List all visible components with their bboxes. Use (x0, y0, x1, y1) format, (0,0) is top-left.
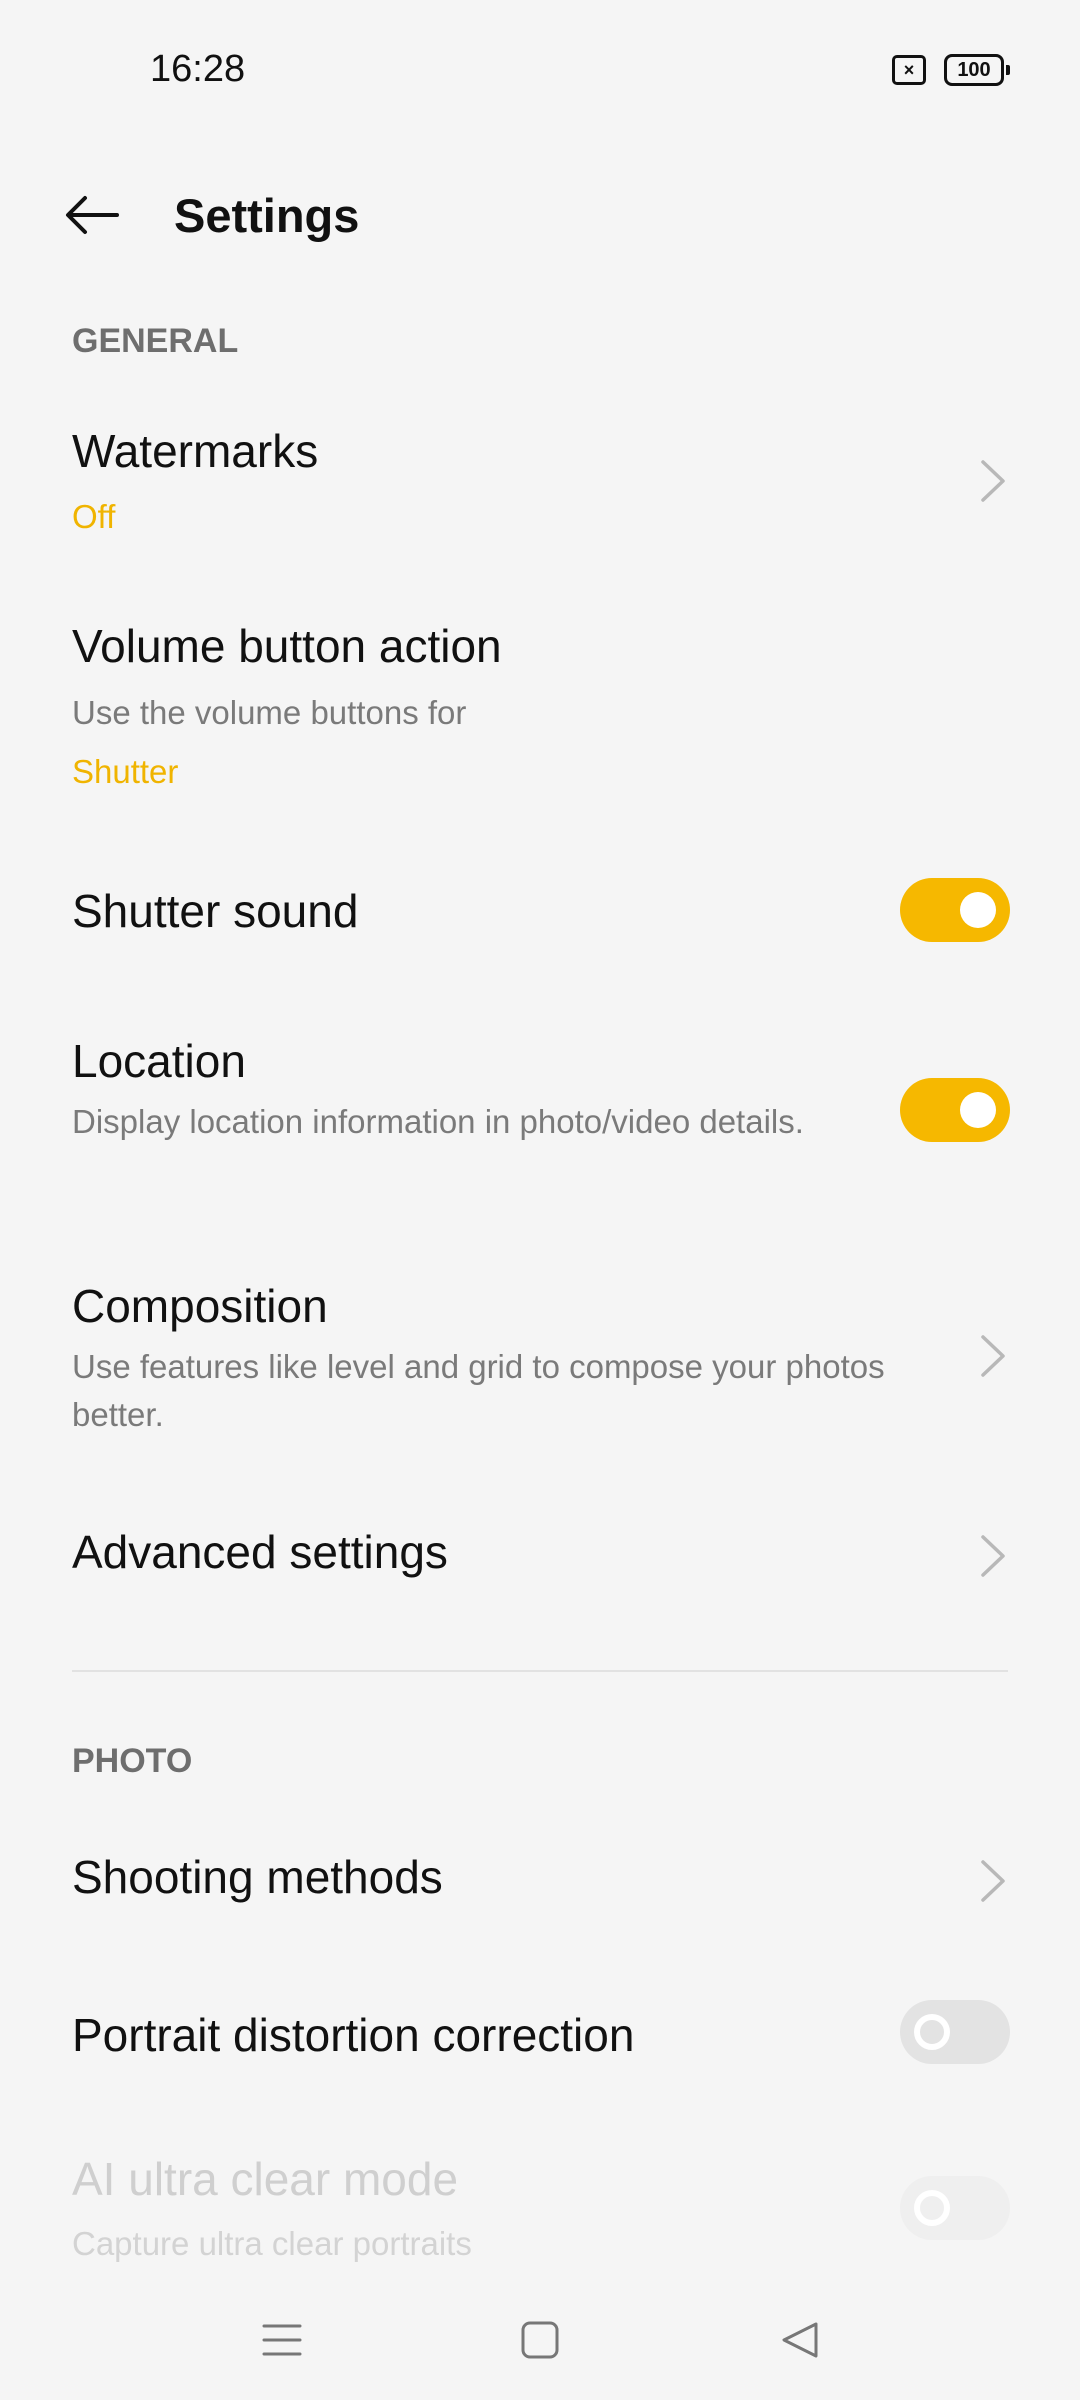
portrait-distortion-toggle[interactable] (900, 2000, 1010, 2064)
composition-item[interactable]: Composition Use features like level and … (0, 1265, 1080, 1455)
navigation-bar (0, 2280, 1080, 2400)
toggle-knob (914, 2014, 950, 2050)
location-title: Location (72, 1035, 246, 1087)
toggle-knob (960, 892, 996, 928)
nav-menu-button[interactable] (252, 2310, 312, 2370)
watermarks-value: Off (72, 498, 116, 535)
volume-button-action-item[interactable]: Volume button action Use the volume butt… (0, 605, 1080, 805)
section-header-photo: PHOTO (72, 1742, 193, 1780)
shooting-methods-title: Shooting methods (72, 1851, 443, 1903)
portrait-distortion-title: Portrait distortion correction (72, 2009, 635, 2061)
nav-home-button[interactable] (510, 2310, 570, 2370)
back-button[interactable] (62, 188, 122, 242)
status-bar: 16:28 × 100 (0, 0, 1080, 130)
advanced-settings-item[interactable]: Advanced settings (0, 1505, 1080, 1615)
status-icons: × 100 (892, 54, 1010, 86)
menu-icon (262, 2324, 302, 2356)
volume-button-subtitle: Use the volume buttons for (72, 694, 467, 731)
shutter-sound-title: Shutter sound (72, 885, 359, 937)
battery-tip (1006, 65, 1010, 75)
location-toggle[interactable] (900, 1078, 1010, 1142)
arrow-left-icon (66, 196, 119, 234)
triangle-back-icon (782, 2322, 818, 2358)
toggle-knob (914, 2190, 950, 2226)
ai-ultra-clear-toggle (900, 2176, 1010, 2240)
composition-title: Composition (72, 1280, 328, 1332)
chevron-right-icon (981, 1535, 1005, 1577)
watermarks-title: Watermarks (72, 425, 319, 477)
battery-icon: 100 (944, 54, 1010, 86)
section-header-general: GENERAL (72, 322, 239, 360)
battery-level: 100 (944, 54, 1004, 86)
no-sim-icon: × (892, 55, 926, 85)
nav-back-button[interactable] (770, 2310, 830, 2370)
app-bar: Settings (0, 160, 1080, 270)
ai-ultra-clear-item: AI ultra clear mode Capture ultra clear … (0, 2140, 1080, 2280)
volume-button-value: Shutter (72, 753, 179, 790)
ai-ultra-clear-title: AI ultra clear mode (72, 2153, 459, 2205)
watermarks-item[interactable]: Watermarks Off (0, 410, 1080, 560)
chevron-right-icon (981, 460, 1005, 502)
page-title: Settings (174, 189, 360, 242)
location-item[interactable]: Location Display location information in… (0, 1020, 1080, 1210)
volume-button-title: Volume button action (72, 620, 502, 672)
advanced-settings-title: Advanced settings (72, 1526, 448, 1578)
composition-subtitle: Use features like level and grid to comp… (72, 1348, 885, 1433)
status-time: 16:28 (150, 48, 246, 90)
section-divider (72, 1670, 1008, 1672)
shutter-sound-toggle[interactable] (900, 878, 1010, 942)
toggle-knob (960, 1092, 996, 1128)
square-home-icon (521, 2321, 559, 2359)
chevron-right-icon (981, 1860, 1005, 1902)
shooting-methods-item[interactable]: Shooting methods (0, 1830, 1080, 1940)
location-subtitle: Display location information in photo/vi… (72, 1103, 804, 1140)
chevron-right-icon (981, 1335, 1005, 1377)
portrait-distortion-item[interactable]: Portrait distortion correction (0, 1990, 1080, 2090)
shutter-sound-item[interactable]: Shutter sound (0, 870, 1080, 970)
ai-ultra-clear-subtitle: Capture ultra clear portraits (72, 2225, 472, 2262)
